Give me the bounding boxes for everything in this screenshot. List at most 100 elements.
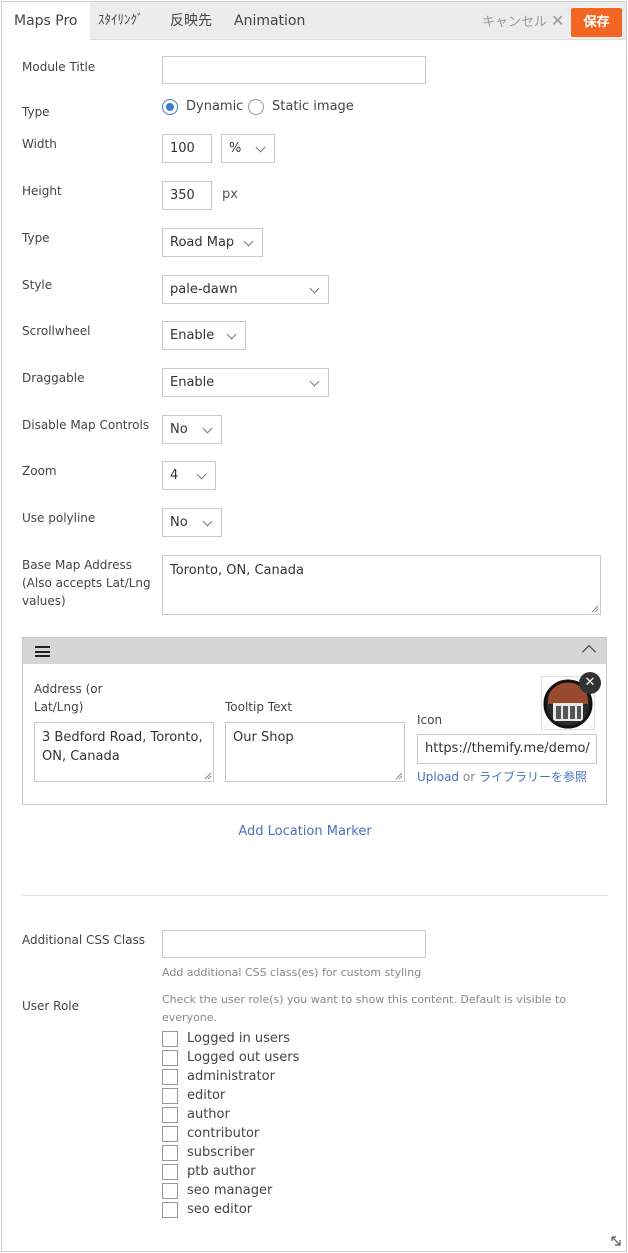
tab-animation[interactable]: Animation xyxy=(234,2,305,40)
resize-grip-icon[interactable] xyxy=(204,772,212,780)
resize-grip-icon[interactable] xyxy=(395,772,403,780)
width-input[interactable]: 100 xyxy=(162,134,212,163)
zoom-label: Zoom xyxy=(22,464,57,478)
chevron-down-icon xyxy=(202,423,213,434)
icon-label: Icon xyxy=(417,713,443,727)
role-checkbox-editor[interactable] xyxy=(162,1088,178,1104)
marker-address-line2: ON, Canada xyxy=(42,749,120,764)
role-checkbox-seo-manager[interactable] xyxy=(162,1183,178,1199)
role-label-logged-out: Logged out users xyxy=(187,1050,300,1065)
base-address-textarea[interactable]: Toronto, ON, Canada xyxy=(162,555,601,615)
type-static-label: Static image xyxy=(272,99,354,114)
polyline-select[interactable]: No xyxy=(162,508,222,537)
role-checkbox-administrator[interactable] xyxy=(162,1069,178,1085)
marker-address-textarea[interactable]: 3 Bedford Road, Toronto, ON, Canada xyxy=(34,722,214,782)
upload-link[interactable]: Upload xyxy=(417,770,459,784)
tab-visibility[interactable]: 反映先 xyxy=(170,2,212,40)
save-button[interactable]: 保存 xyxy=(571,8,622,37)
base-address-value: Toronto, ON, Canada xyxy=(170,563,304,578)
map-type-label: Type xyxy=(22,231,50,245)
height-label: Height xyxy=(22,184,62,198)
zoom-select[interactable]: 4 xyxy=(162,461,216,490)
module-panel: Maps Pro ｽﾀｲﾘﾝｸﾞ 反映先 Animation キャンセル ✕ 保存… xyxy=(1,1,627,1252)
cancel-button[interactable]: キャンセル ✕ xyxy=(482,2,564,40)
tab-maps-pro[interactable]: Maps Pro xyxy=(2,2,90,41)
polyline-label: Use polyline xyxy=(22,511,96,525)
chevron-down-icon xyxy=(255,142,266,153)
disable-controls-select[interactable]: No xyxy=(162,415,222,444)
draggable-select[interactable]: Enable xyxy=(162,368,329,397)
draggable-value: Enable xyxy=(170,375,215,390)
base-address-label-line3: values) xyxy=(22,594,66,608)
menu-icon[interactable] xyxy=(35,646,50,657)
or-text: or xyxy=(462,770,476,784)
chevron-down-icon xyxy=(196,469,207,480)
type-dynamic-label: Dynamic xyxy=(186,99,244,114)
polyline-value: No xyxy=(170,515,188,530)
scrollwheel-value: Enable xyxy=(170,328,215,343)
base-address-label: Base Map Address (Also accepts Lat/Lng v… xyxy=(22,556,151,610)
width-unit-value: % xyxy=(229,141,242,156)
role-label-administrator: administrator xyxy=(187,1069,275,1084)
panel-resize-icon[interactable] xyxy=(610,1235,622,1247)
user-role-hint: Check the user role(s) you want to show … xyxy=(162,991,582,1027)
remove-icon-button[interactable]: ✕ xyxy=(579,672,601,694)
width-label: Width xyxy=(22,137,57,151)
marker-address-label-line1: Address (or xyxy=(34,682,103,696)
user-role-hint-line2: everyone. xyxy=(162,1011,218,1024)
map-type-select[interactable]: Road Map xyxy=(162,228,263,257)
user-role-label: User Role xyxy=(22,999,80,1013)
chevron-up-icon[interactable] xyxy=(581,644,597,660)
height-input[interactable]: 350 xyxy=(162,181,212,210)
role-label-editor: editor xyxy=(187,1088,226,1103)
type-static-radio[interactable] xyxy=(248,99,264,115)
chevron-down-icon xyxy=(202,516,213,527)
cancel-label: キャンセル xyxy=(482,15,548,30)
style-select[interactable]: pale-dawn xyxy=(162,275,329,304)
type-dynamic-radio[interactable] xyxy=(162,99,178,115)
disable-controls-label: Disable Map Controls xyxy=(22,418,150,432)
marker-address-label-line2: Lat/Lng) xyxy=(34,700,84,714)
role-label-subscriber: subscriber xyxy=(187,1145,255,1160)
chevron-down-icon xyxy=(226,329,237,340)
location-marker-box: Address (or Lat/Lng) 3 Bedford Road, Tor… xyxy=(22,637,607,805)
role-checkbox-author[interactable] xyxy=(162,1107,178,1123)
add-location-marker-link[interactable]: Add Location Marker xyxy=(2,823,608,841)
module-title-input[interactable] xyxy=(162,56,426,84)
role-checkbox-seo-editor[interactable] xyxy=(162,1202,178,1218)
base-address-label-line1: Base Map Address xyxy=(22,558,132,572)
style-label: Style xyxy=(22,278,53,292)
chevron-down-icon xyxy=(243,236,254,247)
close-icon: ✕ xyxy=(551,11,565,30)
draggable-label: Draggable xyxy=(22,371,85,385)
role-label-author: author xyxy=(187,1107,230,1122)
tooltip-textarea[interactable]: Our Shop xyxy=(225,722,405,782)
scrollwheel-select[interactable]: Enable xyxy=(162,321,246,350)
role-checkbox-subscriber[interactable] xyxy=(162,1145,178,1161)
resize-grip-icon[interactable] xyxy=(591,605,599,613)
marker-address-line1: 3 Bedford Road, Toronto, xyxy=(42,730,203,745)
media-library-link[interactable]: ライブラリーを参照 xyxy=(479,770,587,784)
css-class-hint: Add additional CSS class(es) for custom … xyxy=(162,966,422,979)
width-unit-select[interactable]: % xyxy=(221,134,275,163)
tooltip-value: Our Shop xyxy=(233,730,294,745)
tab-styling[interactable]: ｽﾀｲﾘﾝｸﾞ xyxy=(98,2,144,40)
module-title-label: Module Title xyxy=(22,60,96,74)
disable-controls-value: No xyxy=(170,422,188,437)
height-unit: px xyxy=(222,187,238,202)
role-checkbox-logged-in[interactable] xyxy=(162,1031,178,1047)
role-label-logged-in: Logged in users xyxy=(187,1031,290,1046)
zoom-value: 4 xyxy=(170,468,179,483)
map-type-value: Road Map xyxy=(170,235,235,250)
type-label: Type xyxy=(22,105,50,119)
user-role-hint-line1: Check the user role(s) you want to show … xyxy=(162,993,567,1006)
role-checkbox-ptb-author[interactable] xyxy=(162,1164,178,1180)
icon-url-input[interactable]: https://themify.me/demo/ xyxy=(417,734,597,764)
style-value: pale-dawn xyxy=(170,282,238,297)
role-checkbox-logged-out[interactable] xyxy=(162,1050,178,1066)
icon-upload-links: Upload or ライブラリーを参照 xyxy=(417,768,587,786)
role-label-seo-manager: seo manager xyxy=(187,1183,273,1198)
role-checkbox-contributor[interactable] xyxy=(162,1126,178,1142)
css-class-input[interactable] xyxy=(162,930,426,958)
tab-bar: Maps Pro ｽﾀｲﾘﾝｸﾞ 反映先 Animation キャンセル ✕ 保存 xyxy=(2,2,626,41)
